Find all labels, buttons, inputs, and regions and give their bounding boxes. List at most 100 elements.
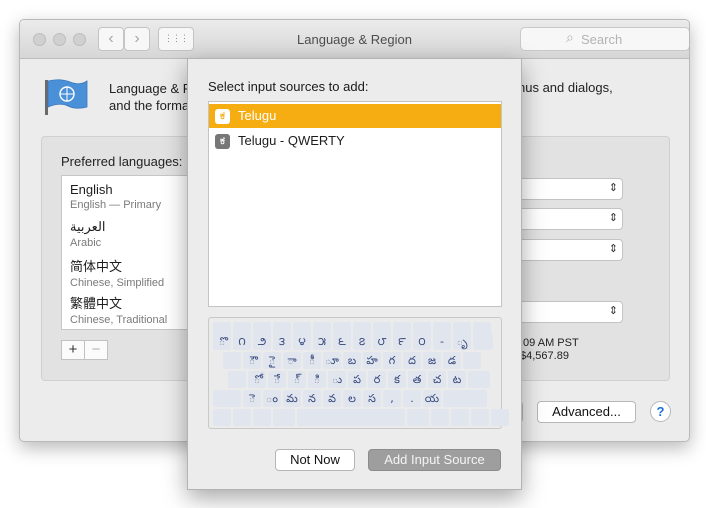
keyboard-row-1: ొ ౧ ౨ ౩ ౪ ౫ ౬ ౭ ౮ ౯ ౦ - ృ xyxy=(213,333,495,350)
key: ౩ xyxy=(273,333,291,350)
key: ృ xyxy=(453,333,471,350)
language-subtitle: English — Primary xyxy=(70,199,162,211)
title-bar: ‹ › ⋮⋮⋮ Language & Region ⌕ Search xyxy=(20,20,689,59)
time-format-sample: :09 AM PST xyxy=(520,337,579,349)
key: వ xyxy=(323,390,341,407)
key: ొ xyxy=(213,333,231,350)
key xyxy=(233,409,251,426)
header-description: Language & R and the forma xyxy=(109,80,192,114)
telugu-input-icon: ಕ xyxy=(215,109,230,124)
key xyxy=(471,409,489,426)
space-key xyxy=(297,409,405,426)
language-item[interactable]: English English — Primary xyxy=(70,182,161,211)
key xyxy=(407,409,429,426)
key: త xyxy=(408,371,426,388)
key: ట xyxy=(448,371,466,388)
key: ా xyxy=(283,352,301,369)
key: . xyxy=(403,390,421,407)
delete-key xyxy=(473,333,493,350)
key xyxy=(253,409,271,426)
caps-key xyxy=(228,371,246,388)
key: య xyxy=(423,390,441,407)
key: ౪ xyxy=(293,333,311,350)
add-language-button[interactable]: + xyxy=(61,340,85,360)
chevron-updown-icon: ⇕ xyxy=(608,243,618,255)
language-name: 繁體中文 xyxy=(70,296,123,311)
input-source-item-telugu[interactable]: ಕ Telugu xyxy=(209,104,501,128)
input-source-list[interactable]: ಕ Telugu ಕ Telugu - QWERTY xyxy=(208,101,502,307)
language-subtitle: Arabic xyxy=(70,237,102,249)
keyboard-row-5 xyxy=(213,409,511,426)
description-line-2: and the forma xyxy=(109,98,190,113)
key: ౧ xyxy=(233,333,251,350)
key: , xyxy=(383,390,401,407)
keyboard-row-2: ౌ ై ా ీ ూ బ హ గ ద జ డ xyxy=(223,352,483,369)
chevron-updown-icon: ⇕ xyxy=(608,212,618,224)
input-source-label: Telugu - QWERTY xyxy=(238,133,345,148)
key: ౫ xyxy=(313,333,331,350)
first-day-popup[interactable]: ⇕ xyxy=(516,208,623,230)
key: ే xyxy=(268,371,286,388)
chevron-updown-icon: ⇕ xyxy=(608,305,618,317)
remove-language-button[interactable]: − xyxy=(85,340,108,360)
key xyxy=(213,409,231,426)
key xyxy=(463,352,481,369)
key: ద xyxy=(403,352,421,369)
calendar-popup[interactable]: ⇕ xyxy=(516,239,623,261)
key: ౯ xyxy=(393,333,411,350)
key xyxy=(273,409,295,426)
input-source-label: Telugu xyxy=(238,108,277,123)
key: ౦ xyxy=(413,333,431,350)
key: ై xyxy=(263,352,281,369)
description-line-1: Language & R xyxy=(109,81,193,96)
key: గ xyxy=(383,352,401,369)
language-item[interactable]: 繁體中文 Chinese, Traditional xyxy=(70,293,167,326)
key: ప xyxy=(348,371,366,388)
language-item[interactable]: العربية Arabic xyxy=(70,219,106,249)
key: స xyxy=(363,390,381,407)
keyboard-preview: ొ ౧ ౨ ౩ ౪ ౫ ౬ ౭ ౮ ౯ ౦ - ృ ౌ ై ా ీ ూ బ హ … xyxy=(208,317,509,429)
return-key xyxy=(468,371,490,388)
language-subtitle: Chinese, Traditional xyxy=(70,314,168,326)
key xyxy=(431,409,449,426)
key: ీ xyxy=(303,352,321,369)
key: న xyxy=(303,390,321,407)
advanced-button[interactable]: Advanced... xyxy=(537,401,636,423)
key: ౬ xyxy=(333,333,351,350)
key: ో xyxy=(248,371,266,388)
key: చ xyxy=(428,371,446,388)
key: హ xyxy=(363,352,381,369)
search-field[interactable]: ⌕ Search xyxy=(520,27,689,51)
key: ౨ xyxy=(253,333,271,350)
key: ె xyxy=(243,390,261,407)
not-now-button[interactable]: Not Now xyxy=(275,449,355,471)
key: ర xyxy=(368,371,386,388)
key: క xyxy=(388,371,406,388)
description-right: nus and dialogs, xyxy=(518,80,613,95)
preferred-languages-label: Preferred languages: xyxy=(61,154,183,169)
language-item[interactable]: 简体中文 Chinese, Simplified xyxy=(70,256,164,289)
number-format-sample: $4,567.89 xyxy=(520,350,569,362)
telugu-qwerty-input-icon: ಕ xyxy=(215,134,230,149)
key: ౌ xyxy=(243,352,261,369)
key xyxy=(491,409,509,426)
keyboard-row-4: ె ం మ న వ ల స , . య xyxy=(213,390,489,407)
search-icon: ⌕ xyxy=(566,29,574,45)
key: ౮ xyxy=(373,333,391,350)
un-flag-icon xyxy=(45,79,88,115)
add-input-source-sheet: Select input sources to add: ಕ Telugu ಕ … xyxy=(187,58,522,490)
temperature-popup[interactable]: ⇕ xyxy=(516,301,623,323)
key: డ xyxy=(443,352,461,369)
key xyxy=(451,409,469,426)
region-popup[interactable]: ⇕ xyxy=(516,178,623,200)
input-source-item-telugu-qwerty[interactable]: ಕ Telugu - QWERTY xyxy=(209,129,501,153)
shift-key xyxy=(443,390,487,407)
keyboard-row-3: ో ే ్ ి ు ప ర క త చ ట xyxy=(228,371,492,388)
key: - xyxy=(433,333,451,350)
key: జ xyxy=(423,352,441,369)
language-name: 简体中文 xyxy=(70,259,123,274)
help-button[interactable]: ? xyxy=(650,401,671,422)
add-input-source-button[interactable]: Add Input Source xyxy=(368,449,501,471)
language-name: English xyxy=(70,182,113,197)
sheet-title: Select input sources to add: xyxy=(208,79,369,94)
